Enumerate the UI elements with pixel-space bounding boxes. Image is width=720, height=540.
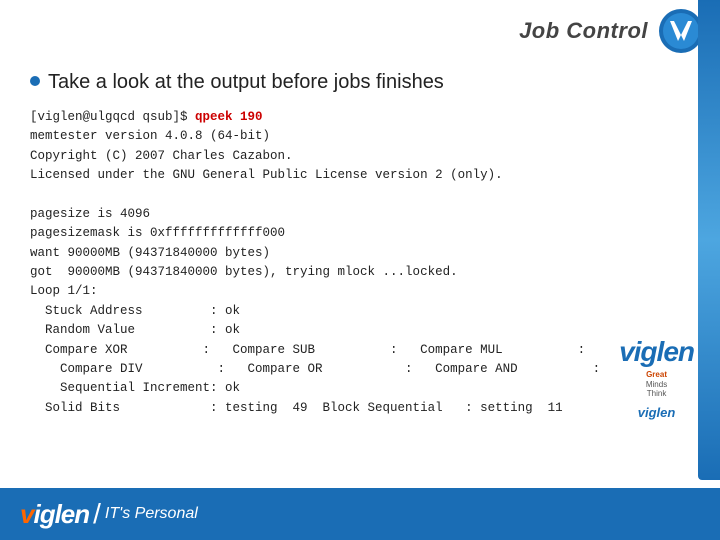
terminal-line-4: pagesize is 4096 — [30, 207, 150, 221]
bullet-item: Take a look at the output before jobs fi… — [30, 68, 690, 96]
terminal-line-14: Solid Bits : testing 49 Block Sequential… — [30, 401, 563, 415]
terminal-line-9: Stuck Address : ok — [30, 304, 240, 318]
footer-iglen: iglen — [33, 499, 89, 529]
side-viglen-logo: viglen Great Minds Think viglen — [619, 336, 694, 420]
bullet-dot-icon — [30, 76, 40, 86]
terminal-prompt: [viglen@ulgqcd qsub]$ — [30, 110, 195, 124]
terminal-line-12: Compare DIV : Compare OR : Compare AND : — [30, 362, 600, 376]
terminal-line-6: want 90000MB (94371840000 bytes) — [30, 246, 270, 260]
footer-v: v — [20, 499, 33, 529]
terminal-line-1: memtester version 4.0.8 (64-bit) — [30, 129, 270, 143]
side-logo-text: viglen — [619, 336, 694, 368]
terminal-line-5: pagesizemask is 0xfffffffffffff000 — [30, 226, 285, 240]
footer-logo-text: viglen — [20, 499, 89, 530]
side-viglen-bottom: viglen — [638, 405, 676, 420]
slide-title: Job Control — [519, 18, 648, 44]
side-think-text: Think — [647, 389, 667, 399]
main-content: Take a look at the output before jobs fi… — [0, 58, 720, 428]
terminal-line-2: Copyright (C) 2007 Charles Cazabon. — [30, 149, 293, 163]
slide: Job Control Take a look at the output be… — [0, 0, 720, 540]
footer: viglen / IT's Personal — [0, 488, 720, 540]
terminal-command: qpeek 190 — [195, 110, 263, 124]
decorative-bar — [698, 0, 720, 480]
terminal-line-3: Licensed under the GNU General Public Li… — [30, 168, 503, 182]
footer-tagline: IT's Personal — [105, 505, 198, 523]
terminal-output: [viglen@ulgqcd qsub]$ qpeek 190 memteste… — [30, 108, 690, 418]
bullet-label: Take a look at the output before jobs fi… — [48, 68, 444, 96]
terminal-line-11: Compare XOR : Compare SUB : Compare MUL … — [30, 343, 585, 357]
side-logo-words: Great Minds Think — [646, 370, 667, 399]
side-great-text: Great — [646, 370, 667, 380]
header: Job Control — [0, 0, 720, 58]
terminal-line-13: Sequential Increment: ok — [30, 381, 240, 395]
side-minds-text: Minds — [646, 380, 667, 390]
footer-divider: / — [93, 498, 101, 530]
terminal-line-7: got 90000MB (94371840000 bytes), trying … — [30, 265, 458, 279]
footer-logo: viglen / IT's Personal — [20, 498, 198, 530]
terminal-line-8: Loop 1/1: — [30, 284, 98, 298]
terminal-line-10: Random Value : ok — [30, 323, 240, 337]
